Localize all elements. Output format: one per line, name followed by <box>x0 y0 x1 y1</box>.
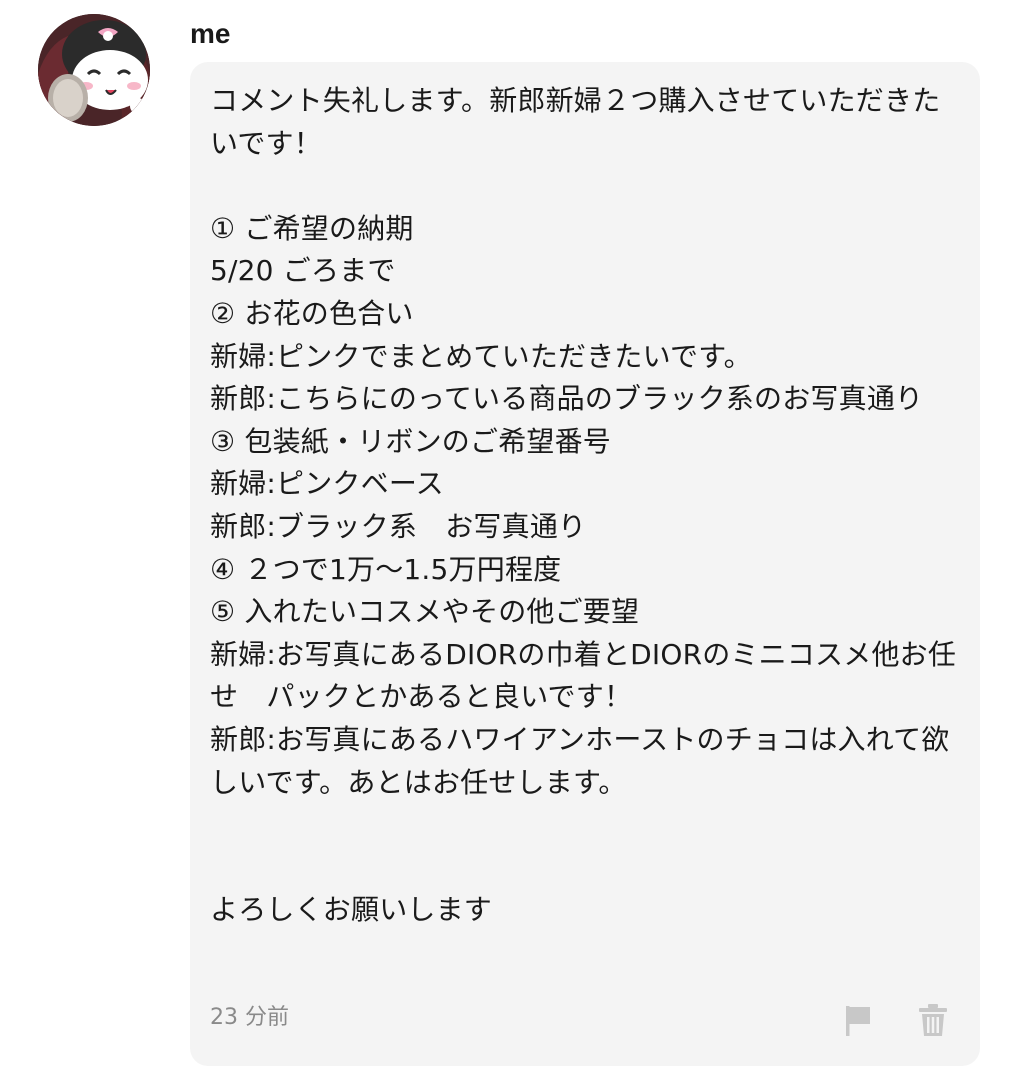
username[interactable]: me <box>190 16 230 52</box>
trash-icon <box>919 1004 947 1036</box>
character-avatar-icon <box>38 14 150 126</box>
comment-message: コメント失礼します。新郎新婦２つ購入させていただきたいです！ ① ご希望の納期 … <box>210 84 957 927</box>
report-button[interactable] <box>842 1002 874 1038</box>
flag-icon <box>846 1006 870 1036</box>
avatar[interactable] <box>38 14 150 126</box>
comment-bubble: コメント失礼します。新郎新婦２つ購入させていただきたいです！ ① ご希望の納期 … <box>190 62 980 1066</box>
delete-button[interactable] <box>917 1002 949 1038</box>
comment-timestamp: 23 分前 <box>210 1005 289 1030</box>
